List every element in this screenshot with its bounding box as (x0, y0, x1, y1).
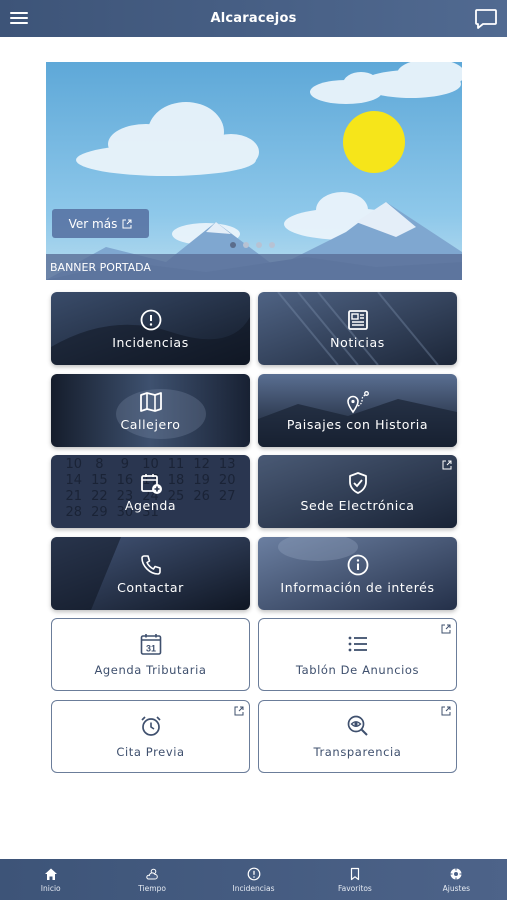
calendar-bg-number: 12 (193, 457, 210, 472)
nav-label: Favoritos (337, 883, 372, 893)
pagination-dot[interactable] (256, 242, 262, 248)
alarm-clock-icon (140, 716, 161, 736)
tile-agenda-tributaria[interactable]: 31 Agenda Tributaria (51, 618, 250, 691)
bottom-nav: Inicio Tiempo Incidencias Favoritos Ajus… (0, 859, 507, 900)
nav-item-tiempo[interactable]: Tiempo (101, 859, 202, 900)
newspaper-icon (347, 309, 368, 330)
calendar-icon: 31 (140, 634, 161, 655)
tile-contactar[interactable]: Contactar (51, 537, 250, 610)
settings-icon (450, 868, 462, 879)
external-link-icon (441, 706, 451, 716)
calendar-day-number: 31 (145, 644, 155, 654)
home-icon (44, 868, 57, 880)
tile-sede-electronica[interactable]: Sede Electrónica (258, 455, 457, 528)
home-banner[interactable]: Ver más BANNER PORTADA (46, 62, 462, 280)
calendar-bg-number: 18 (167, 473, 185, 488)
tile-label: Callejero (120, 416, 181, 432)
calendar-bg-number: 29 (91, 505, 108, 520)
tile-label: Agenda (124, 497, 177, 513)
tile-agenda[interactable]: 10 8 9 10 11 12 13 14 15 16 17 18 19 20 21 22 23 24 25 26 27… (51, 455, 250, 528)
tile-transparencia[interactable]: Transparencia (258, 700, 457, 773)
tile-informacion[interactable]: Información de interés (258, 537, 457, 610)
tile-label: Tablón De Anuncios (295, 663, 420, 677)
calendar-bg-number: 22 (91, 489, 108, 504)
route-pin-icon (346, 390, 369, 413)
list-icon (348, 636, 367, 652)
pagination-dot[interactable] (230, 242, 236, 248)
tile-tablon-anuncios[interactable]: Tablón De Anuncios (258, 618, 457, 691)
nav-item-ajustes[interactable]: Ajustes (406, 859, 507, 900)
tile-incidencias[interactable]: Incidencias (51, 292, 250, 365)
calendar-bg-number: 26 (193, 489, 210, 504)
calendar-bg-number: 8 (95, 457, 104, 472)
tile-label: Sede Electrónica (300, 497, 415, 513)
calendar-bg-number: 11 (167, 457, 185, 472)
calendar-bg-number: 10 (65, 457, 83, 472)
tile-label: Paisajes con Historia (286, 416, 429, 432)
ver-mas-button[interactable]: Ver más (52, 209, 149, 238)
banner-caption: BANNER PORTADA (46, 254, 462, 280)
banner-pagination (230, 242, 275, 248)
tile-paisajes[interactable]: Paisajes con Historia (258, 374, 457, 447)
calendar-add-icon (140, 473, 162, 494)
calendar-bg-number: 15 (91, 473, 108, 488)
pagination-dot[interactable] (243, 242, 249, 248)
chat-icon[interactable] (474, 7, 498, 31)
bookmark-icon (350, 867, 360, 880)
tile-label: Cita Previa (116, 745, 185, 759)
calendar-bg-number: 20 (218, 473, 236, 488)
tile-label: Transparencia (313, 745, 402, 759)
tile-callejero[interactable]: Callejero (51, 374, 250, 447)
tile-label: Noticias (330, 334, 385, 350)
nav-item-incidencias[interactable]: Incidencias (203, 859, 304, 900)
phone-icon (140, 554, 161, 575)
page-title: Alcaracejos (210, 11, 297, 26)
tile-noticias[interactable]: Noticias (258, 292, 457, 365)
calendar-bg-number: 13 (218, 457, 236, 472)
external-link-icon (442, 460, 452, 470)
calendar-bg-number: 14 (65, 473, 83, 488)
calendar-bg-number: 9 (120, 457, 130, 472)
external-link-icon (234, 706, 244, 716)
ver-mas-label: Ver más (68, 216, 118, 231)
nav-label: Inicio (40, 883, 61, 893)
magnifier-eye-icon (347, 715, 368, 736)
nav-label: Ajustes (442, 883, 470, 893)
alert-circle-icon (140, 309, 161, 330)
tile-label: Contactar (117, 579, 184, 595)
menu-icon[interactable] (10, 9, 32, 27)
tile-label: Incidencias (112, 334, 189, 350)
calendar-bg-number: 19 (193, 473, 210, 488)
nav-item-inicio[interactable]: Inicio (0, 859, 101, 900)
tile-label: Información de interés (280, 579, 435, 595)
app-header: Alcaracejos (0, 0, 507, 37)
calendar-bg-number: 28 (65, 505, 83, 520)
pagination-dot[interactable] (269, 242, 275, 248)
tile-cita-previa[interactable]: Cita Previa (51, 700, 250, 773)
info-circle-icon (347, 554, 368, 575)
calendar-bg-number: 16 (116, 473, 134, 488)
tile-label: Agenda Tributaria (94, 663, 207, 677)
alert-icon (247, 867, 260, 880)
external-link-icon (441, 624, 451, 634)
shield-check-icon (348, 471, 367, 494)
map-icon (139, 391, 162, 412)
nav-label: Tiempo (138, 883, 166, 893)
external-link-icon (122, 219, 132, 228)
nav-item-favoritos[interactable]: Favoritos (304, 859, 405, 900)
calendar-bg-number: 21 (65, 489, 83, 504)
weather-icon (146, 868, 158, 879)
nav-label: Incidencias (232, 883, 275, 893)
calendar-bg-number: 27 (218, 489, 236, 504)
